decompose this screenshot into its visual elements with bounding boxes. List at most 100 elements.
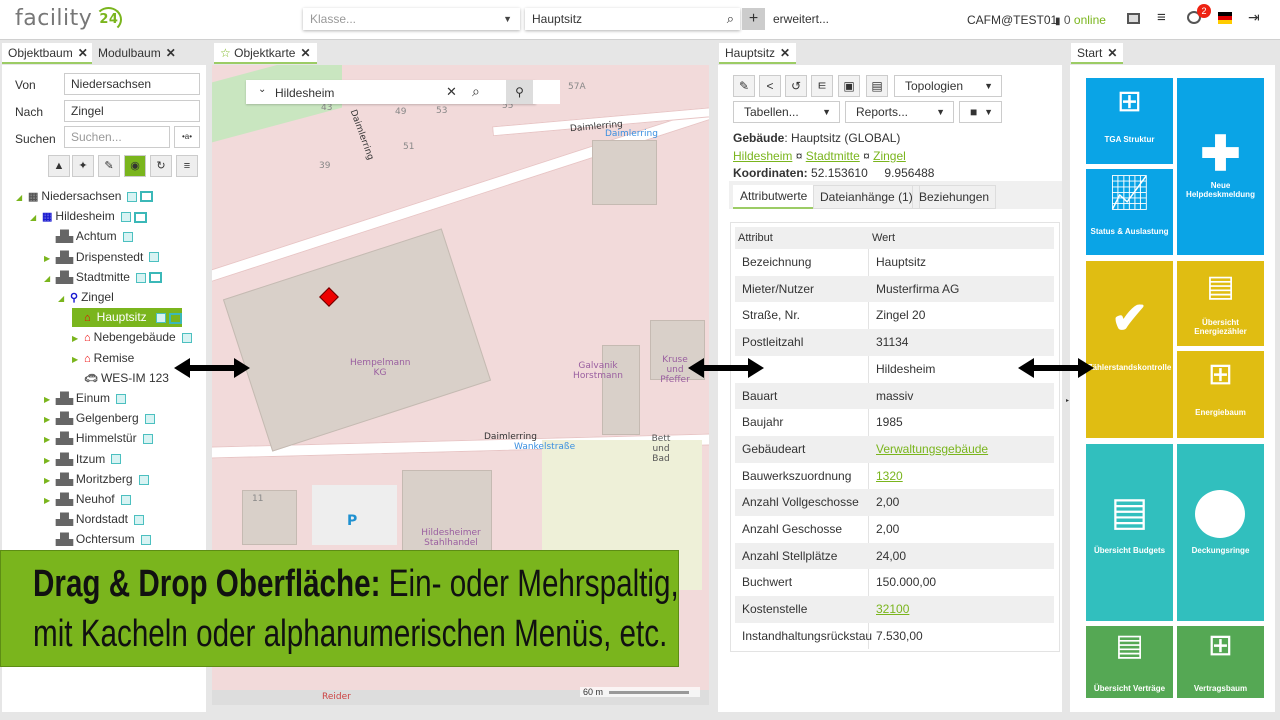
expand-toggle-icon[interactable]: ▶ (44, 471, 56, 490)
tile-energiebaum[interactable]: ⊞ Energiebaum (1177, 351, 1264, 438)
close-icon[interactable]: ✕ (780, 46, 790, 60)
expand-toggle-icon[interactable]: ▶ (72, 329, 84, 348)
tab-attributwerte[interactable]: Attributwerte (733, 185, 815, 209)
tabellen-select[interactable]: Tabellen... ▼ (733, 101, 840, 123)
expand-toggle-icon[interactable]: ▶ (44, 491, 56, 510)
tree-item[interactable]: ▟▙ Achtum (44, 227, 133, 246)
floorplan-icon[interactable] (115, 393, 126, 404)
floorplan-icon[interactable] (120, 494, 131, 505)
expand-toggle-icon[interactable]: ▶ (44, 451, 56, 470)
tile-status-auslastung[interactable]: 📈︎ Status & Auslastung (1086, 169, 1173, 255)
breadcrumb-link[interactable]: Zingel (873, 149, 906, 163)
tree-item[interactable]: ▶ ▟▙ Himmelstür (44, 429, 153, 448)
tile-uebersicht-energiezaehler[interactable]: ▤ Übersicht Energiezähler (1177, 261, 1264, 346)
tree-item[interactable]: ▶ ▟▙ Moritzberg (44, 470, 149, 489)
global-search-input[interactable]: Hauptsitz ⌕ (525, 8, 740, 30)
floorplan-icon[interactable] (140, 535, 151, 546)
floorplan-icon[interactable] (135, 272, 146, 283)
class-select[interactable]: Klasse... ▼ (303, 8, 520, 30)
tree-item[interactable]: ▟▙ Nordstadt (44, 510, 144, 529)
floorplan-icon[interactable] (138, 474, 149, 485)
floorplan-icon[interactable] (133, 515, 144, 526)
tile-neue-helpdeskmeldung[interactable]: ✚ Neue Helpdeskmeldung (1177, 78, 1264, 255)
refresh-button[interactable]: ↻ (150, 155, 172, 177)
tree-item[interactable]: ◢ ▦ Hildesheim (30, 207, 147, 226)
map-area-icon[interactable] (133, 211, 147, 223)
menu-icon[interactable]: ≡ (1157, 9, 1166, 26)
tree-item[interactable]: ◢ ▟▙ Stadtmitte (44, 268, 162, 287)
advanced-search-link[interactable]: erweitert... (773, 12, 829, 26)
star-icon[interactable]: ☆ (220, 46, 231, 60)
floorplan-icon[interactable] (127, 191, 138, 202)
tree-item[interactable]: ▶ ▟▙ Itzum (44, 450, 122, 470)
tile-deckungsringe[interactable]: Deckungsringe (1177, 444, 1264, 621)
expand-toggle-icon[interactable]: ◢ (58, 289, 70, 308)
expand-toggle-icon[interactable]: ▶ (44, 410, 56, 429)
close-icon[interactable]: ✕ (300, 46, 310, 60)
tile-zaehlerstandskontrolle[interactable]: ✔ Zählerstandskontrolle (1086, 261, 1173, 438)
breadcrumb-link[interactable]: Hildesheim (733, 149, 792, 163)
attribute-value[interactable]: 1320 (876, 463, 903, 490)
tab-dateianhaenge[interactable]: Dateianhänge (1) (813, 185, 920, 209)
expand-toggle-icon[interactable]: ▶ (44, 249, 56, 268)
floorplan-icon[interactable] (144, 414, 155, 425)
attribute-value[interactable]: Verwaltungsgebäude (876, 436, 988, 463)
tree-item[interactable]: ▶ ▟▙ Einum (44, 389, 126, 408)
topologien-select[interactable]: Topologien ▼ (894, 75, 1002, 97)
map-search-input[interactable]: ⌄ Hildesheim ✕ ⌕ (246, 80, 536, 104)
expand-toggle-icon[interactable]: ◢ (30, 208, 42, 227)
floorplan-icon[interactable] (149, 252, 160, 263)
map-area-icon[interactable] (148, 272, 162, 284)
tab-modulbaum[interactable]: Modulbaum ✕ (92, 43, 182, 64)
tree-item[interactable]: ▶ ⌂ Hauptsitz (72, 308, 182, 328)
tree-icon[interactable]: ㅌ (811, 75, 833, 97)
attribute-value[interactable]: 32100 (876, 596, 909, 623)
expand-toggle-icon[interactable]: ▶ (44, 430, 56, 449)
expand-toggle-icon[interactable]: ▶ (44, 390, 56, 409)
expand-toggle-icon[interactable]: ▶ (72, 309, 84, 328)
share-icon[interactable]: < (759, 75, 781, 97)
tab-objektbaum[interactable]: Objektbaum ✕ (2, 43, 94, 64)
search-icon[interactable]: ⌕ (472, 83, 480, 100)
window-icon[interactable] (1127, 13, 1140, 24)
image-icon[interactable]: ▤ (866, 75, 888, 97)
logout-icon[interactable]: ⇥ (1248, 9, 1260, 26)
tree-item[interactable]: ◢ ▦ Niedersachsen (16, 187, 154, 206)
tree-search-input[interactable]: Suchen... (64, 126, 170, 148)
view-toggle-button[interactable]: ◉ (124, 155, 146, 177)
tab-start[interactable]: Start ✕ (1071, 43, 1124, 64)
reports-select[interactable]: Reports... ▼ (845, 101, 954, 123)
nach-input[interactable]: Zingel (64, 100, 200, 122)
breadcrumb-link[interactable]: Stadtmitte (806, 149, 860, 163)
tree-item[interactable]: ▶ ▟▙ Neuhof (44, 490, 131, 509)
search-icon[interactable]: ⌕ (727, 8, 734, 30)
tree-item[interactable]: ▶ ▟▙ Gelgenberg (44, 409, 155, 428)
tree-item[interactable]: ▶ ⌂ Remise (72, 349, 134, 368)
tree-item[interactable]: ▶ ▟▙ Drispenstedt (44, 248, 160, 268)
floorplan-icon[interactable] (155, 313, 166, 324)
folder-select[interactable]: ■ ▼ (959, 101, 1002, 123)
edit-button[interactable]: ✎ (98, 155, 120, 177)
clear-icon[interactable]: ✕ (446, 84, 457, 100)
online-status[interactable]: ▮ 0 online (1055, 13, 1106, 27)
tile-tga-struktur[interactable]: ⊞ TGA Struktur (1086, 78, 1173, 164)
tree-item[interactable]: ▟▙ Ochtersum (44, 530, 151, 549)
logo[interactable]: facility 24 (15, 6, 123, 32)
tab-objektkarte[interactable]: ☆ Objektkarte ✕ (214, 43, 317, 64)
expand-toggle-icon[interactable]: ◢ (44, 269, 56, 288)
tree-item[interactable]: ◢ ⚲ Zingel (58, 288, 114, 307)
collapse-button[interactable]: ▲ (48, 155, 70, 177)
tile-uebersicht-vertraege[interactable]: ▤ Übersicht Verträge (1086, 626, 1173, 698)
tab-hauptsitz[interactable]: Hauptsitz ✕ (719, 43, 797, 64)
floorplan-icon[interactable]: ▣ (838, 75, 860, 97)
floorplan-icon[interactable] (181, 333, 192, 344)
regex-button[interactable]: •a• (174, 126, 200, 148)
tree-item[interactable]: 🚗︎ WES-IM 123 (72, 369, 169, 388)
floorplan-icon[interactable] (120, 212, 131, 223)
edit-icon[interactable]: ✎ (733, 75, 755, 97)
splitter-handle[interactable]: ▸ (1066, 397, 1069, 404)
tile-vertragsbaum[interactable]: ⊞ Vertragsbaum (1177, 626, 1264, 698)
close-icon[interactable]: ✕ (78, 46, 88, 60)
pin-button[interactable]: ✦ (72, 155, 94, 177)
tile-uebersicht-budgets[interactable]: ▤ Übersicht Budgets (1086, 444, 1173, 621)
